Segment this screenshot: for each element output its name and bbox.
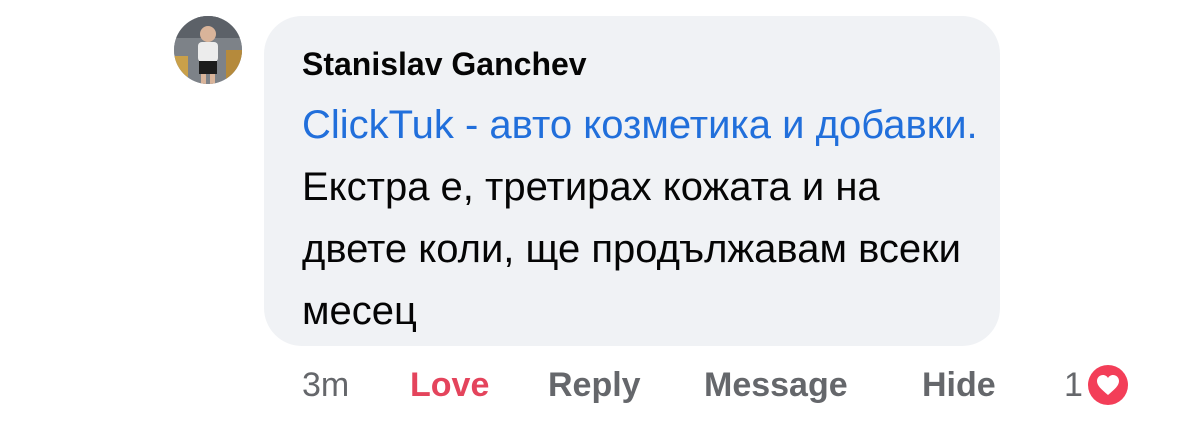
heart-icon [1087, 365, 1128, 405]
reply-button[interactable]: Reply [548, 360, 641, 410]
comment-body: Екстра е, третирах кожата и на двете кол… [302, 165, 961, 333]
page-mention-link[interactable]: ClickTuk - авто козметика и добавки. [302, 103, 978, 147]
love-button[interactable]: Love [410, 360, 489, 410]
reaction-summary[interactable]: 1 [1064, 360, 1131, 410]
comment-timestamp[interactable]: 3m [302, 360, 349, 410]
avatar[interactable] [174, 16, 242, 84]
message-button[interactable]: Message [704, 360, 848, 410]
heart-reaction-badge [1084, 362, 1131, 408]
reaction-count: 1 [1064, 366, 1083, 404]
comment-author[interactable]: Stanislav Ganchev [302, 44, 587, 84]
comment-text: ClickTuk - авто козметика и добавки. Екс… [302, 94, 992, 342]
hide-button[interactable]: Hide [922, 360, 996, 410]
avatar-photo [174, 16, 242, 84]
comment-actions: 3m Love Reply Message Hide [302, 360, 1179, 410]
